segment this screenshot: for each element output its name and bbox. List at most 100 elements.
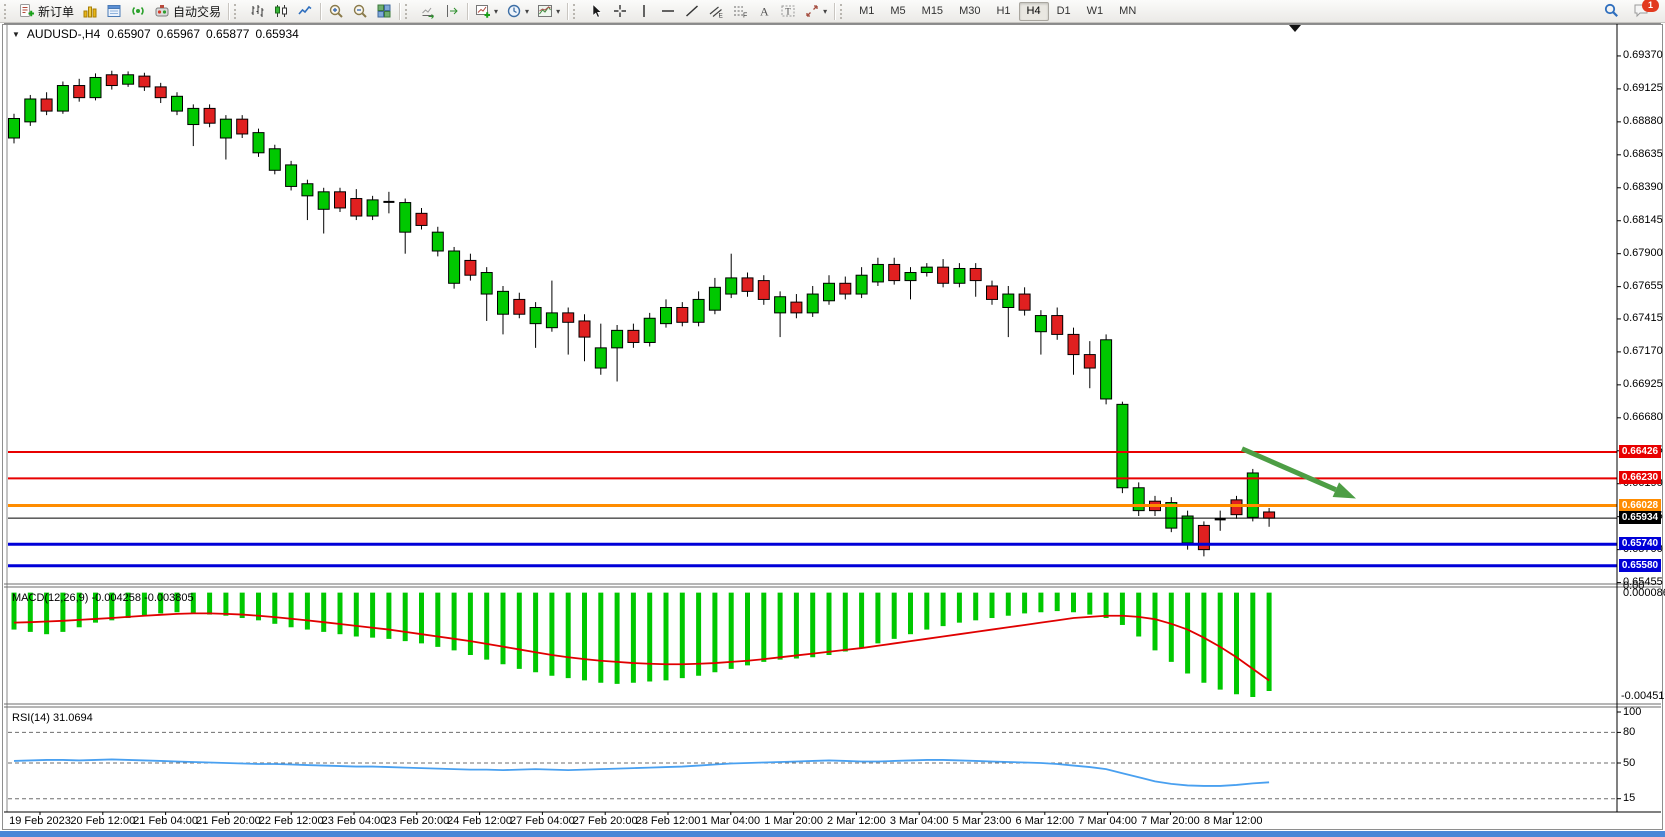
tile-windows-button[interactable] xyxy=(372,1,396,22)
toolbar-separator xyxy=(320,3,321,20)
timeframe-h4-button[interactable]: H4 xyxy=(1019,2,1049,21)
toolbar-grip[interactable] xyxy=(234,4,241,19)
window-bottom-edge xyxy=(0,831,1665,837)
chat-button[interactable]: 1 xyxy=(1633,2,1653,20)
cursor-icon xyxy=(588,3,604,19)
toolbar-separator xyxy=(228,3,229,20)
templates-icon xyxy=(537,3,553,19)
crosshair-icon xyxy=(612,3,628,19)
candles-chart-button[interactable] xyxy=(269,1,293,22)
data-window-icon xyxy=(106,3,122,19)
timeframe-d1-button[interactable]: D1 xyxy=(1049,2,1079,21)
fibonacci-button[interactable]: F xyxy=(728,1,752,22)
data-window-button[interactable] xyxy=(102,1,126,22)
dropdown-caret-icon[interactable]: ▾ xyxy=(823,7,827,16)
toolbar-grip[interactable] xyxy=(573,4,580,19)
svg-text:T: T xyxy=(785,7,791,17)
market-watch-button[interactable] xyxy=(78,1,102,22)
line-chart-button[interactable] xyxy=(293,1,317,22)
auto-scroll-button[interactable] xyxy=(416,1,440,22)
autotrading-label: 自动交易 xyxy=(173,3,221,20)
macd-pane[interactable] xyxy=(8,588,1617,703)
bars-chart-button[interactable] xyxy=(245,1,269,22)
notification-badge: 1 xyxy=(1642,0,1659,12)
ohlc-readout: 0.65907 0.65967 0.65877 0.65934 xyxy=(107,27,299,41)
chart-shift-icon xyxy=(444,3,460,19)
templates-button[interactable]: ▾ xyxy=(533,1,564,22)
text-icon: A xyxy=(756,3,772,19)
crosshair-icon xyxy=(612,3,628,19)
timeframe-h1-button[interactable]: H1 xyxy=(988,2,1018,21)
search-button[interactable] xyxy=(1603,2,1623,20)
toolbar-grip[interactable] xyxy=(405,4,412,19)
equidistant-channel-button[interactable]: E xyxy=(704,1,728,22)
timeframe-m1-button[interactable]: M1 xyxy=(851,2,882,21)
autotrading-icon xyxy=(154,3,170,19)
dropdown-caret-icon[interactable]: ▾ xyxy=(494,7,498,16)
tile-windows-icon xyxy=(376,3,392,19)
zoom-out-button[interactable] xyxy=(348,1,372,22)
candles-chart-icon xyxy=(273,3,289,19)
text-button[interactable]: A xyxy=(752,1,776,22)
crosshair-button[interactable] xyxy=(608,1,632,22)
trendline-button[interactable] xyxy=(680,1,704,22)
close-value: 0.65934 xyxy=(255,27,298,41)
timeframe-mn-button[interactable]: MN xyxy=(1111,2,1144,21)
toolbar-separator xyxy=(567,3,568,20)
bars-chart-icon xyxy=(249,3,265,19)
timeframe-m30-button[interactable]: M30 xyxy=(951,2,988,21)
auto-scroll-icon xyxy=(420,3,436,19)
svg-text:F: F xyxy=(743,13,747,20)
zoom-in-button[interactable] xyxy=(324,1,348,22)
period-clock-button[interactable]: ▾ xyxy=(502,1,533,22)
timeframe-w1-button[interactable]: W1 xyxy=(1079,2,1112,21)
timeframe-m15-button[interactable]: M15 xyxy=(914,2,951,21)
new-order-button[interactable]: 新订单 xyxy=(15,1,78,22)
open-value: 0.65907 xyxy=(107,27,150,41)
dropdown-caret-icon[interactable]: ▾ xyxy=(525,7,529,16)
bars-chart-icon xyxy=(249,3,265,19)
autotrading-icon xyxy=(154,3,170,19)
rsi-label: RSI(14) 31.0694 xyxy=(12,712,93,724)
toolbar-grip[interactable] xyxy=(840,4,847,19)
line-chart-icon xyxy=(297,3,313,19)
trendline-icon xyxy=(684,3,700,19)
signals-icon xyxy=(130,3,146,19)
market-watch-icon xyxy=(82,3,98,19)
svg-text:E: E xyxy=(719,13,724,20)
data-window-icon xyxy=(106,3,122,19)
equidistant-channel-icon: E xyxy=(708,3,724,19)
templates-icon xyxy=(537,3,553,19)
horizontal-line-button[interactable] xyxy=(656,1,680,22)
macd-label: MACD(12,26,9) -0.004258 -0.003805 xyxy=(12,592,194,604)
new-order-label: 新订单 xyxy=(38,3,74,20)
cursor-button[interactable] xyxy=(584,1,608,22)
cursor-icon xyxy=(588,3,604,19)
mt4-terminal: 新订单 自动交易 ▾ ▾ ▾ E F A T ▾ M1M5M15M30H1H4D1W1MN 1 ▼ A… xyxy=(0,0,1665,837)
fibonacci-icon: F xyxy=(732,3,748,19)
arrows-button[interactable]: ▾ xyxy=(800,1,831,22)
timeframe-m5-button[interactable]: M5 xyxy=(882,2,913,21)
rsi-pane[interactable] xyxy=(8,709,1617,812)
text-label-button[interactable]: T xyxy=(776,1,800,22)
autotrading-button[interactable]: 自动交易 xyxy=(150,1,225,22)
zoom-in-icon xyxy=(328,3,344,19)
horizontal-line-icon xyxy=(660,3,676,19)
zoom-out-icon xyxy=(352,3,368,19)
chart-shift-button[interactable] xyxy=(440,1,464,22)
new-chart-icon xyxy=(475,3,491,19)
dropdown-caret-icon[interactable]: ▾ xyxy=(556,7,560,16)
vertical-line-button[interactable] xyxy=(632,1,656,22)
main-chart-pane[interactable] xyxy=(8,25,1617,583)
period-clock-icon xyxy=(506,3,522,19)
toolbar-grip[interactable] xyxy=(4,4,11,19)
signals-button[interactable] xyxy=(126,1,150,22)
candles-chart-icon xyxy=(273,3,289,19)
text-label-icon: T xyxy=(780,3,796,19)
main-toolbar: 新订单 自动交易 ▾ ▾ ▾ E F A T ▾ M1M5M15M30H1H4D1W1MN 1 xyxy=(0,0,1665,23)
new-chart-button[interactable]: ▾ xyxy=(471,1,502,22)
new-chart-icon xyxy=(475,3,491,19)
window-menu-arrow-icon[interactable]: ▼ xyxy=(12,30,20,39)
zoom-in-icon xyxy=(328,3,344,19)
toolbar-separator xyxy=(467,3,468,20)
